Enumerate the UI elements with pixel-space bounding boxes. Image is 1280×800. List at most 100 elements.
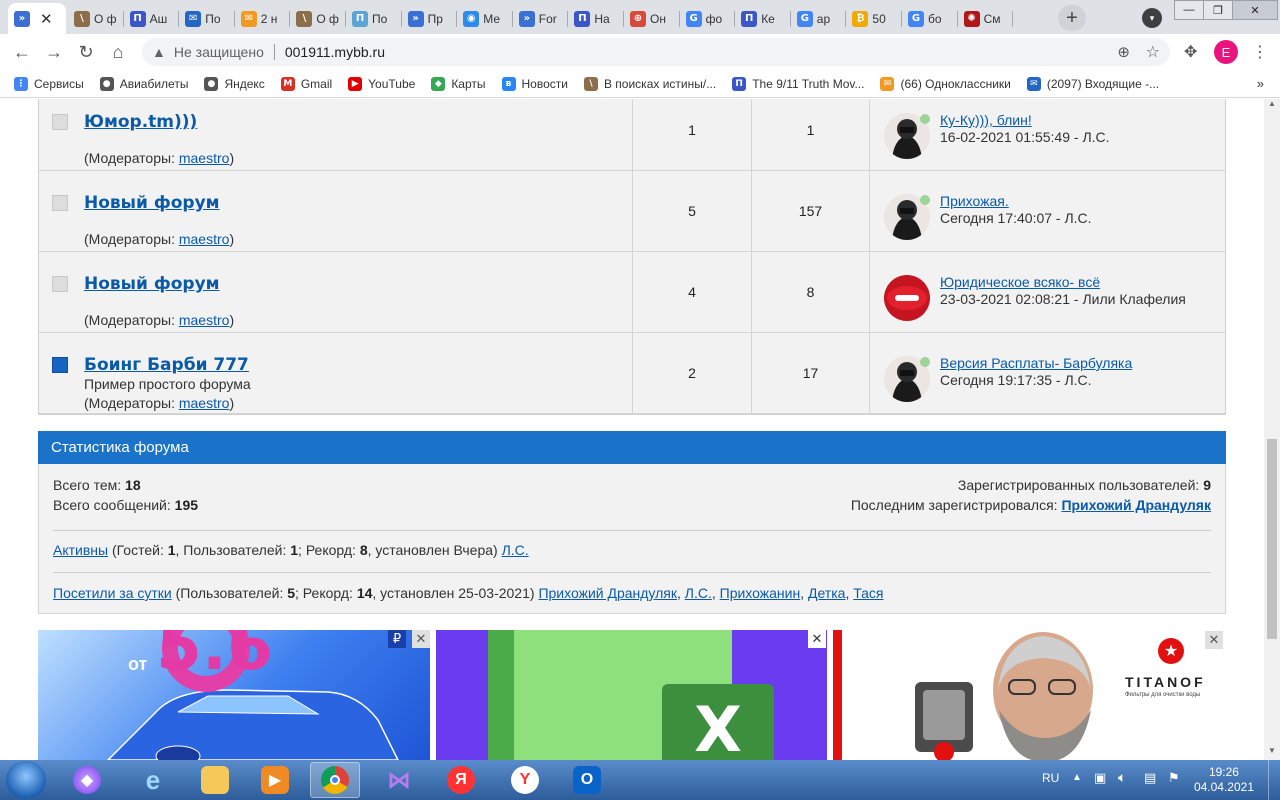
security-label[interactable]: Не защищено — [174, 44, 264, 60]
taskbar-yandex-browser[interactable]: Y — [500, 762, 550, 798]
volume-icon[interactable]: 🔈︎ — [1118, 769, 1126, 786]
last-post-link[interactable]: Юридическое всяко- всё — [940, 274, 1100, 290]
address-bar[interactable]: ▲ Не защищено 001911.mybb.ru ⊕ ☆ — [142, 38, 1170, 66]
bookmark-star-icon[interactable]: ☆ — [1146, 42, 1160, 62]
taskbar-chrome[interactable] — [310, 762, 360, 798]
scroll-thumb[interactable] — [1267, 439, 1277, 639]
forum-title-link[interactable]: Юмор.tm))) — [84, 112, 197, 132]
taskbar-visualstudio[interactable]: ⋈ — [374, 762, 424, 798]
forum-title-link[interactable]: Новый форум — [84, 193, 220, 213]
browser-tab[interactable]: \ О ф — [290, 3, 346, 34]
tray-expand-icon[interactable]: ▲ — [1072, 772, 1082, 783]
network-icon[interactable]: ▤ — [1144, 770, 1156, 786]
browser-tab[interactable]: » Пр — [402, 3, 458, 34]
last-registered-user-link[interactable]: Прихожий Драндуляк — [1061, 497, 1211, 513]
browser-tab[interactable]: ◉ Ме — [457, 3, 513, 34]
taskbar-explorer[interactable] — [190, 762, 240, 798]
visited-user-link[interactable]: Детка — [808, 585, 845, 601]
visited-user-link[interactable]: Тася — [853, 585, 883, 601]
visited-today-link[interactable]: Посетили за сутки — [53, 585, 172, 601]
system-clock[interactable]: 19:26 04.04.2021 — [1194, 765, 1254, 795]
show-desktop-button[interactable] — [1268, 760, 1280, 800]
moderator-link[interactable]: maestro — [179, 150, 230, 166]
browser-tab[interactable]: Gбо — [902, 3, 958, 34]
browser-tab[interactable]: ✉ 2 н — [235, 3, 291, 34]
browser-tab[interactable]: Gар — [791, 3, 847, 34]
menu-icon[interactable]: ⋮ — [1252, 42, 1268, 62]
taskbar-ie[interactable]: e — [128, 762, 178, 798]
moderator-link[interactable]: maestro — [179, 312, 230, 328]
new-tab-button[interactable]: + — [1058, 5, 1086, 31]
warning-icon[interactable]: ▲ — [152, 44, 166, 60]
bookmark-item[interactable]: ▶ YouTube — [348, 76, 415, 91]
language-indicator[interactable]: RU — [1042, 771, 1059, 785]
browser-tab[interactable]: \ О ф — [68, 3, 124, 34]
bookmark-item[interactable]: ✉ (2097) Входящие -... — [1026, 76, 1159, 91]
browser-tab[interactable]: ✉ По — [179, 3, 235, 34]
bookmark-item[interactable]: в Новости — [501, 76, 568, 91]
tray-app-icon[interactable]: ▣ — [1094, 770, 1106, 786]
ad-close-button[interactable]: ✕ — [1205, 631, 1223, 649]
active-users-link[interactable]: Активны — [53, 542, 108, 558]
home-button[interactable]: ⌂ — [106, 40, 130, 64]
bookmark-item[interactable]: \ В поисках истины/... — [583, 76, 716, 91]
bookmark-item[interactable]: ● Авиабилеты — [99, 76, 188, 91]
last-post-link[interactable]: Ку-Ку))), блин! — [940, 112, 1032, 128]
zoom-icon[interactable]: ⊕ — [1117, 43, 1130, 61]
forum-title-link[interactable]: Новый форум — [84, 274, 220, 294]
start-button[interactable] — [6, 761, 46, 799]
bookmarks-more-icon[interactable]: » — [1257, 76, 1264, 91]
browser-tab[interactable]: ⊕ Он — [624, 3, 680, 34]
forum-row: Боинг Барби 777 Пример простого форума (… — [39, 333, 1225, 414]
visited-user-link[interactable]: Прихожий Драндуляк — [538, 585, 677, 601]
forward-button[interactable]: → — [42, 40, 66, 64]
ad-banner-loan[interactable]: от 5.6 ₽ ✕ — [38, 630, 430, 760]
moderator-link[interactable]: maestro — [179, 395, 230, 411]
page-scrollbar[interactable]: ▲ ▼ — [1264, 99, 1280, 760]
scroll-down-icon[interactable]: ▼ — [1264, 746, 1280, 760]
tab-search-icon[interactable]: ▾ — [1142, 8, 1162, 28]
moderator-link[interactable]: maestro — [179, 231, 230, 247]
bookmark-item[interactable]: ● Яндекс — [204, 76, 265, 91]
browser-tab[interactable]: П На — [568, 3, 624, 34]
bookmark-item[interactable]: П The 9/11 Truth Mov... — [732, 76, 864, 91]
taskbar-outlook[interactable]: O — [562, 762, 612, 798]
ad-close-button[interactable]: ✕ — [808, 630, 826, 648]
reload-button[interactable]: ↻ — [74, 40, 98, 64]
taskbar-alice[interactable]: ◆ — [62, 762, 112, 798]
browser-tab[interactable]: П Аш — [124, 3, 180, 34]
ad-close-button[interactable]: ✕ — [412, 630, 430, 648]
visited-user-link[interactable]: Прихожанин — [720, 585, 801, 601]
minimize-button[interactable]: — — [1174, 0, 1204, 20]
maximize-button[interactable]: ❐ — [1203, 0, 1233, 20]
taskbar-yandex[interactable]: Я — [436, 762, 486, 798]
close-tab-icon[interactable]: ✕ — [40, 10, 53, 28]
action-center-icon[interactable]: ⚑ — [1168, 770, 1180, 786]
visited-user-link[interactable]: Л.С. — [685, 585, 712, 601]
browser-tab[interactable]: П Ке — [735, 3, 791, 34]
browser-tab[interactable]: П По — [346, 3, 402, 34]
scroll-up-icon[interactable]: ▲ — [1264, 99, 1280, 113]
ad-banner-titanof[interactable]: ★ TITANOF Фильтры для очистки воды ✕ — [833, 630, 1227, 760]
url-text[interactable]: 001911.mybb.ru — [285, 44, 385, 60]
profile-avatar[interactable]: E — [1214, 40, 1238, 64]
extensions-icon[interactable]: ✥ — [1184, 42, 1197, 62]
ad-banner-excel[interactable]: X ✕ — [436, 630, 827, 760]
browser-tab[interactable]: Gфо — [680, 3, 736, 34]
last-post-link[interactable]: Версия Расплаты- Барбуляка — [940, 355, 1132, 371]
active-user-link[interactable]: Л.С. — [502, 542, 529, 558]
avatar[interactable] — [884, 275, 930, 321]
bookmark-item[interactable]: ⋮ Сервисы — [14, 76, 84, 91]
tab-active[interactable]: » ✕ — [8, 3, 66, 34]
taskbar-media[interactable]: ▶ — [250, 762, 300, 798]
close-window-button[interactable]: ✕ — [1232, 0, 1278, 20]
bookmark-item[interactable]: M Gmail — [280, 76, 332, 91]
last-post-link[interactable]: Прихожая. — [940, 193, 1009, 209]
browser-tab[interactable]: ₿ 50 — [846, 3, 902, 34]
bookmark-item[interactable]: ✉ (66) Одноклассники — [880, 76, 1011, 91]
browser-tab[interactable]: » For — [513, 3, 569, 34]
bookmark-item[interactable]: ◆ Карты — [431, 76, 486, 91]
browser-tab[interactable]: ✺ См — [958, 3, 1014, 34]
back-button[interactable]: ← — [10, 40, 34, 64]
forum-title-link[interactable]: Боинг Барби 777 — [84, 355, 249, 375]
